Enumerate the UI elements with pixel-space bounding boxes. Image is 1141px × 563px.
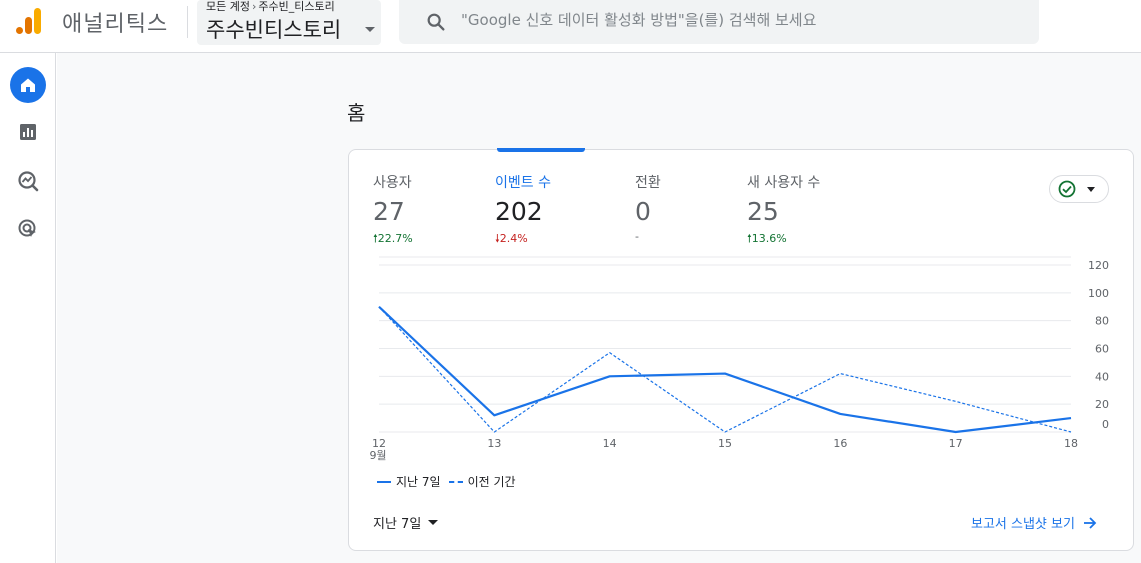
nav-home[interactable] [10, 67, 46, 103]
search-input[interactable] [461, 0, 1021, 40]
breadcrumb-chevron-icon: › [251, 0, 257, 13]
current-period-line [378, 305, 1072, 434]
legend-solid-swatch [377, 480, 391, 483]
y-tick-label: 20 [1095, 398, 1109, 411]
x-tick-label: 18 [1064, 437, 1078, 450]
search-icon [427, 13, 445, 31]
y-tick-label: 100 [1088, 287, 1109, 300]
caret-down-icon [365, 27, 375, 32]
legend-label-previous: 이전 기간 [467, 475, 516, 489]
top-app-bar: 애널리틱스 모든 계정 › 주수빈_티스토리 주수빈티스토리 [0, 0, 1141, 53]
nav-explore[interactable] [10, 163, 46, 199]
view-report-snapshot-link[interactable]: 보고서 스냅샷 보기 [971, 513, 1097, 532]
arrow-right-icon [1083, 516, 1097, 529]
breadcrumb: 모든 계정 › 주수빈_티스토리 [206, 0, 335, 14]
property-name: 주수빈티스토리 [206, 18, 342, 42]
caret-down-icon [428, 520, 439, 525]
breadcrumb-account: 모든 계정 [206, 0, 250, 13]
legend-label-current: 지난 7일 [396, 475, 441, 489]
y-tick-label: 0 [1102, 418, 1109, 431]
report-link-label: 보고서 스냅샷 보기 [971, 517, 1075, 532]
legend-item-current: 지난 7일 [377, 473, 441, 490]
x-tick-label: 17 [949, 437, 963, 450]
overview-card: 사용자 27 🠕22.7% 이벤트 수 202 🠗2.4% 전환 0 - 새 사… [348, 148, 1134, 551]
target-cursor-icon [18, 219, 36, 237]
search-bar[interactable] [399, 0, 1039, 44]
x-tick-label: 15 [718, 437, 732, 450]
legend-dashed-swatch [448, 480, 463, 483]
x-tick-label: 13 [487, 437, 501, 450]
app-title: 애널리틱스 [62, 12, 169, 37]
bar-chart-icon [20, 124, 36, 140]
y-tick-label: 80 [1095, 315, 1109, 328]
analytics-logo[interactable] [14, 6, 44, 36]
nav-reports[interactable] [10, 114, 46, 150]
y-tick-label: 120 [1088, 259, 1109, 272]
x-month-label: 9월 [369, 449, 386, 462]
explore-icon [18, 171, 39, 192]
page-title: 홈 [347, 101, 366, 125]
date-range-dropdown[interactable]: 지난 7일 [373, 513, 439, 532]
x-tick-label: 16 [833, 437, 847, 450]
x-tick-label: 14 [603, 437, 617, 450]
event-count-line-chart: 02040608010012012 13 14 15 16 17 189월 [369, 256, 1109, 462]
breadcrumb-property: 주수빈_티스토리 [258, 0, 335, 13]
date-range-label: 지난 7일 [373, 517, 422, 532]
header-divider [187, 6, 188, 38]
left-nav [0, 53, 56, 563]
home-icon [21, 78, 35, 92]
property-selector[interactable]: 모든 계정 › 주수빈_티스토리 주수빈티스토리 [197, 0, 381, 45]
legend-item-previous: 이전 기간 [448, 473, 516, 490]
previous-period-line [378, 306, 1072, 433]
y-tick-label: 40 [1095, 370, 1109, 383]
y-tick-label: 60 [1095, 343, 1109, 356]
nav-advertising[interactable] [10, 211, 46, 247]
main-content: 홈 사용자 27 🠕22.7% 이벤트 수 202 🠗2.4% 전환 0 - 새… [57, 53, 1141, 563]
chart-legend: 지난 7일 이전 기간 [377, 473, 524, 490]
